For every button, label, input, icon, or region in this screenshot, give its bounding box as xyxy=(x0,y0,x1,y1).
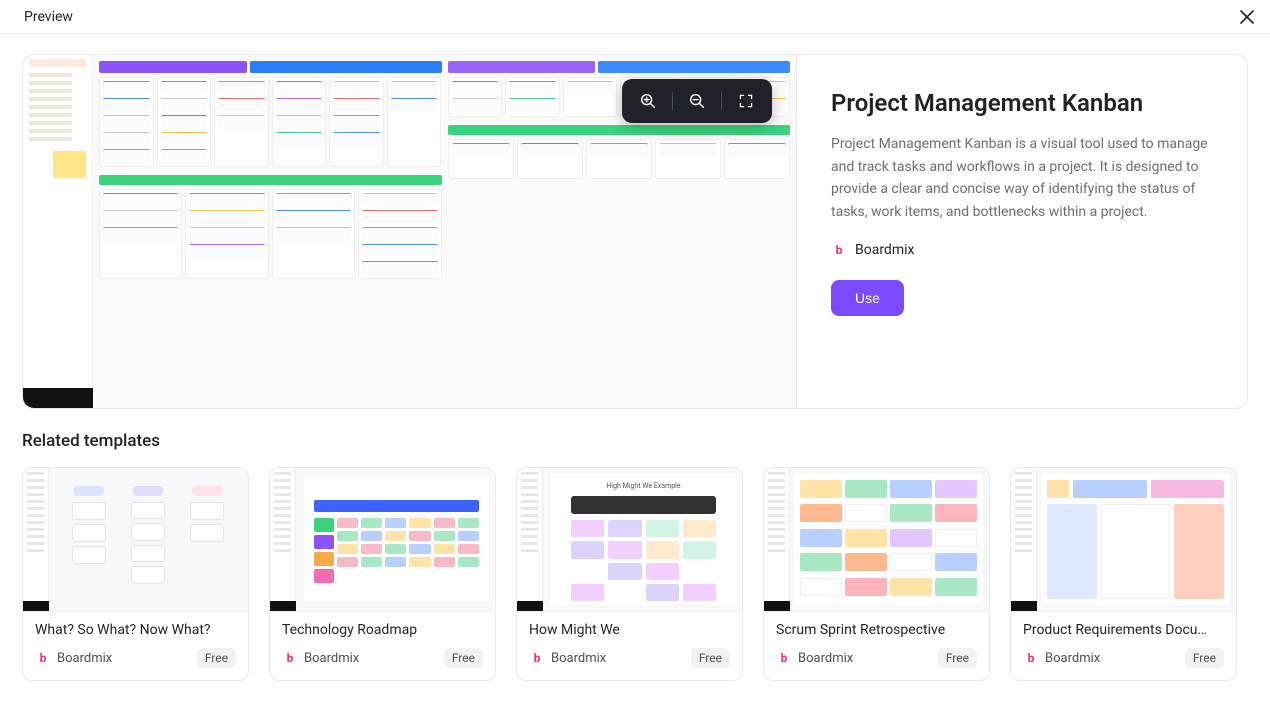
card-title: Product Requirements Docu… xyxy=(1023,622,1224,638)
brand-logo-icon: b xyxy=(282,650,298,666)
use-button[interactable]: Use xyxy=(831,280,904,316)
brand-logo-icon: b xyxy=(35,650,51,666)
card-brand: b Boardmix xyxy=(35,650,112,666)
close-icon[interactable] xyxy=(1238,8,1256,26)
price-badge: Free xyxy=(691,648,730,668)
brand-logo-icon: b xyxy=(1023,650,1039,666)
card-title: Technology Roadmap xyxy=(282,622,483,638)
price-badge: Free xyxy=(1185,648,1224,668)
card-brand: b Boardmix xyxy=(1023,650,1100,666)
brand-name: Boardmix xyxy=(855,242,914,258)
toolbar-divider xyxy=(721,92,722,110)
related-cards: What? So What? Now What? b Boardmix Free xyxy=(22,467,1248,681)
template-card[interactable]: What? So What? Now What? b Boardmix Free xyxy=(22,467,249,681)
toolbar-divider xyxy=(672,92,673,110)
card-thumbnail: High Might We Example xyxy=(517,468,742,612)
card-thumbnail xyxy=(1011,468,1236,612)
brand-logo-icon: b xyxy=(776,650,792,666)
template-preview[interactable] xyxy=(22,54,796,409)
card-title: Scrum Sprint Retrospective xyxy=(776,622,977,638)
fullscreen-icon[interactable] xyxy=(730,87,762,115)
header: Preview xyxy=(0,0,1270,34)
price-badge: Free xyxy=(197,648,236,668)
card-brand: b Boardmix xyxy=(282,650,359,666)
price-badge: Free xyxy=(938,648,977,668)
card-brand: b Boardmix xyxy=(529,650,606,666)
template-card[interactable]: Technology Roadmap b Boardmix Free xyxy=(269,467,496,681)
template-description: Project Management Kanban is a visual to… xyxy=(831,133,1213,224)
card-title: How Might We xyxy=(529,622,730,638)
zoom-toolbar xyxy=(622,79,772,123)
brand-logo-icon: b xyxy=(831,242,847,258)
card-thumbnail xyxy=(764,468,989,612)
card-title: What? So What? Now What? xyxy=(35,622,236,638)
details-pane: Project Management Kanban Project Manage… xyxy=(796,54,1248,409)
price-badge: Free xyxy=(444,648,483,668)
template-card[interactable]: High Might We Example How Might We b Boa xyxy=(516,467,743,681)
zoom-out-icon[interactable] xyxy=(681,87,713,115)
zoom-in-icon[interactable] xyxy=(632,87,664,115)
template-card[interactable]: Product Requirements Docu… b Boardmix Fr… xyxy=(1010,467,1237,681)
header-title: Preview xyxy=(24,9,73,25)
related-heading: Related templates xyxy=(22,431,1248,451)
template-title: Project Management Kanban xyxy=(831,89,1213,117)
brand-logo-icon: b xyxy=(529,650,545,666)
main-content: Project Management Kanban Project Manage… xyxy=(0,34,1270,409)
related-section: Related templates What? So What? Now Wha… xyxy=(0,409,1270,681)
card-thumbnail xyxy=(270,468,495,612)
template-card[interactable]: Scrum Sprint Retrospective b Boardmix Fr… xyxy=(763,467,990,681)
card-thumbnail xyxy=(23,468,248,612)
card-brand: b Boardmix xyxy=(776,650,853,666)
brand-row: b Boardmix xyxy=(831,242,1213,258)
